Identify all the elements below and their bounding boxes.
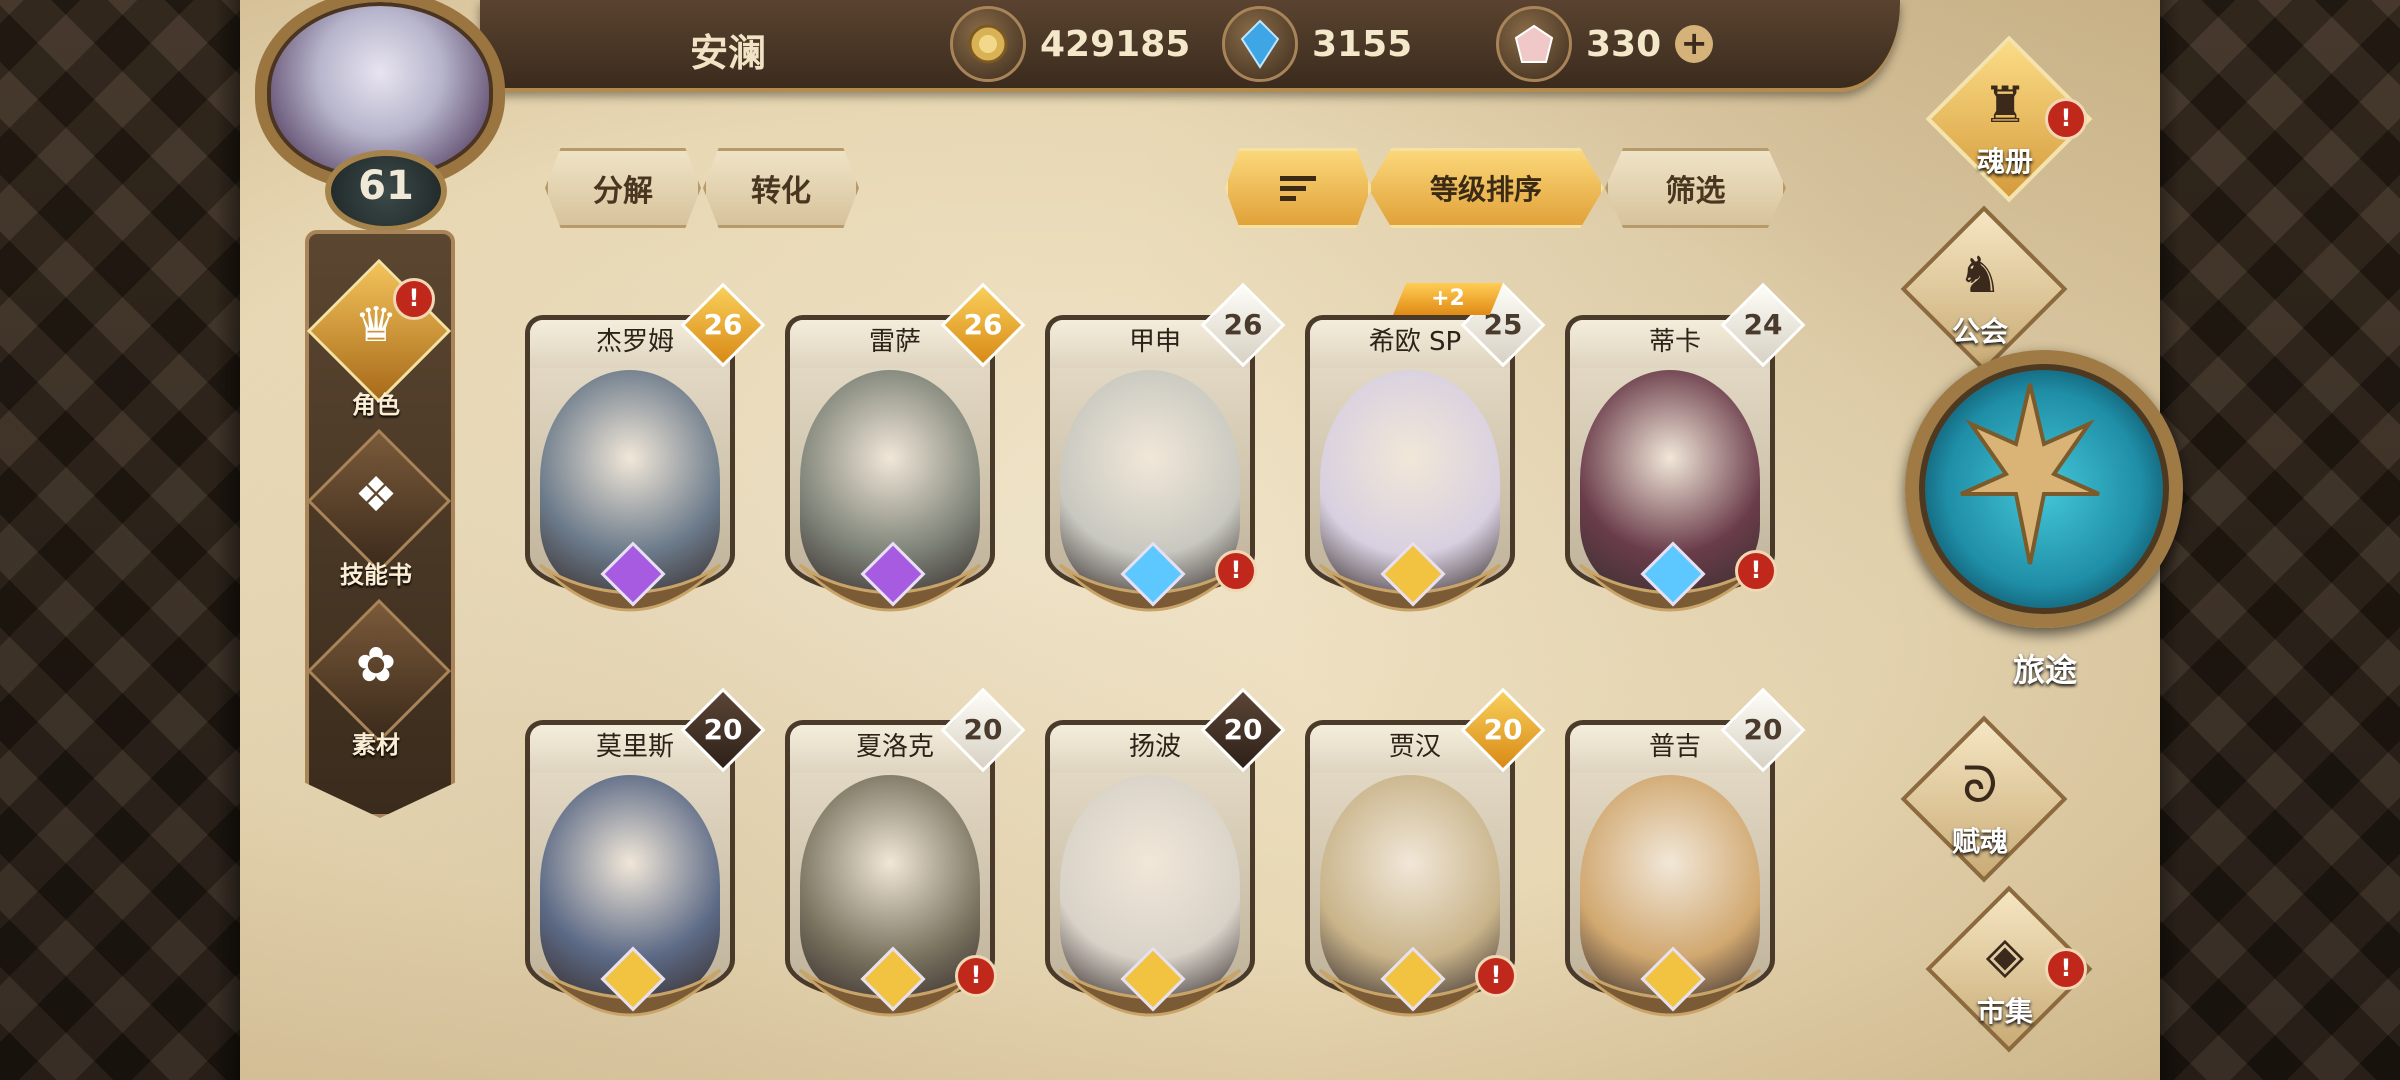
nav-item-character[interactable]: ♛ 角色 ! [305,258,452,430]
menu-soul-book[interactable]: ♜ 魂册 ! [1895,35,2115,203]
nav-item-material[interactable]: ✿ 素材 [305,598,452,770]
decompose-button[interactable]: 分解 [545,148,701,228]
character-card[interactable]: 雷萨 26 [785,282,1026,615]
upgrade-plus-tag: +2 [1393,283,1503,315]
gold-currency[interactable]: 429185 [950,6,1191,82]
character-level: 26 [703,308,743,341]
left-border-decor [0,0,245,1080]
alert-icon: ! [2045,948,2087,990]
character-card[interactable]: 蒂卡 24! [1565,282,1806,615]
character-level: 20 [703,713,743,746]
alert-icon: ! [393,278,435,320]
character-level: 20 [1483,713,1523,746]
character-card[interactable]: 希欧 SP 25 +2 [1305,282,1546,615]
menu-soul-infuse[interactable]: ᘐ 赋魂 [1870,715,2090,883]
alert-icon: ! [1735,550,1777,592]
nav-item-skill-book[interactable]: ❖ 技能书 [305,428,452,600]
sort-order-button[interactable] [1225,148,1371,228]
crystal-amount: 3155 [1312,23,1413,65]
menu-label-soul-infuse: 赋魂 [1951,825,2008,858]
market-icon: ◈ [1985,926,2025,984]
character-card[interactable]: 甲申 26! [1045,282,1286,615]
menu-label-soul-book: 魂册 [1976,145,2033,178]
add-gem-button[interactable]: + [1675,25,1714,63]
character-level: 26 [1223,308,1263,341]
gold-amount: 429185 [1040,23,1191,65]
character-level: 26 [963,308,1003,341]
character-card[interactable]: 普吉 20 [1565,687,1806,1020]
pink-gem-icon [1496,6,1572,82]
menu-market[interactable]: ◈ 市集 ! [1895,885,2115,1053]
character-level: 24 [1743,308,1783,341]
sort-by-level-button[interactable]: 等级排序 [1368,148,1604,228]
gem-currency[interactable]: 330 + [1496,6,1714,82]
gold-coin-icon [950,6,1026,82]
journey-label: 旅途 [2012,651,2077,689]
material-icon: ✿ [355,637,397,693]
menu-label-guild: 公会 [1951,315,2008,348]
menu-label-market: 市集 [1976,995,2033,1028]
right-border-decor [2150,0,2400,1080]
character-card[interactable]: 贾汉 20! [1305,687,1546,1020]
soul-infuse-icon: ᘐ [1962,756,1998,814]
convert-button[interactable]: 转化 [703,148,859,228]
nav-label-skill-book: 技能书 [340,561,412,589]
filter-button[interactable]: 筛选 [1605,148,1786,228]
alert-icon: ! [1475,955,1517,997]
alert-icon: ! [2045,98,2087,140]
alert-icon: ! [955,955,997,997]
blue-crystal-icon [1222,6,1298,82]
player-level-badge: 61 [325,150,447,232]
crystal-currency[interactable]: 3155 [1222,6,1413,82]
nav-label-character: 角色 [352,391,400,419]
character-level: 20 [1743,713,1783,746]
character-card[interactable]: 夏洛克 20! [785,687,1026,1020]
journey-button[interactable] [1905,350,2183,628]
sort-icon [1280,176,1316,201]
soul-book-icon: ♜ [1982,76,2028,134]
guild-icon: ♞ [1957,246,2003,304]
player-avatar[interactable]: 61 [245,0,515,250]
alert-icon: ! [1215,550,1257,592]
character-card[interactable]: 杰罗姆 26 [525,282,766,615]
character-level: 20 [963,713,1003,746]
character-card[interactable]: 扬波 20 [1045,687,1286,1020]
character-card[interactable]: 莫里斯 20 [525,687,766,1020]
nav-label-material: 素材 [352,731,400,759]
character-level: 20 [1223,713,1263,746]
journey-emblem-icon [1960,383,2100,565]
skill-book-icon: ❖ [354,467,398,523]
menu-guild[interactable]: ♞ 公会 [1870,205,2090,373]
player-name: 安澜 [690,31,767,75]
gem-amount: 330 [1586,23,1662,65]
